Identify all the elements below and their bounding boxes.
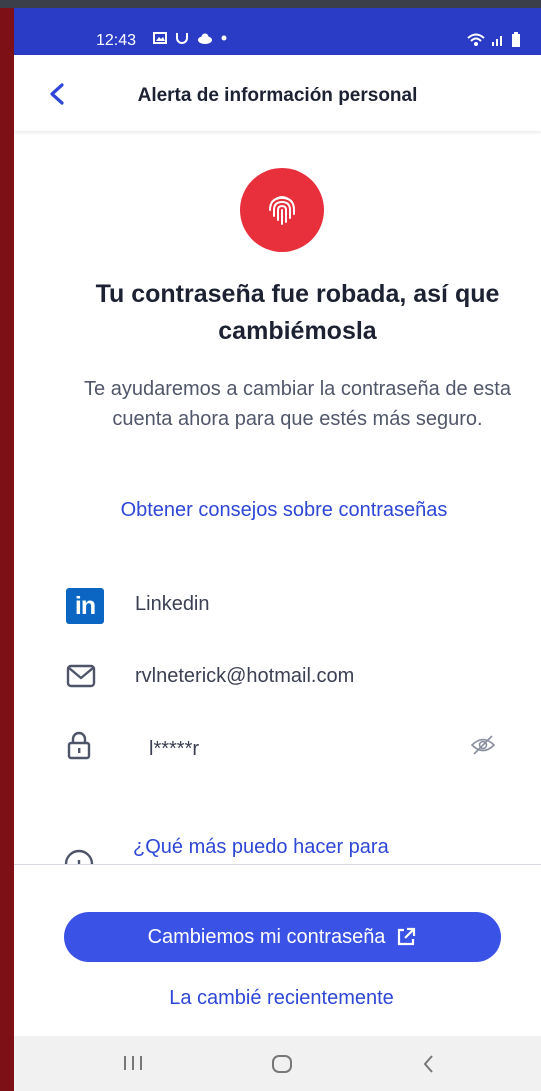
recents-icon[interactable] [122,1054,144,1072]
bottom-actions: Cambiemos mi contraseña La cambié recien… [14,864,541,1041]
background-left-edge [0,0,14,1091]
change-password-label: Cambiemos mi contraseña [147,925,386,948]
dot-icon [221,35,227,41]
battery-icon [512,32,520,47]
background-top-edge [0,0,541,8]
password-tips-link[interactable]: Obtener consejos sobre contraseñas [14,499,541,522]
more-help-link[interactable]: ¿Qué más puedo hacer para [133,836,389,859]
password-row: l*****r [14,728,541,768]
masked-password: l*****r [149,738,200,760]
lock-icon [67,731,91,760]
changed-recently-link[interactable]: La cambié recientemente [14,987,541,1010]
header-title: Alerta de información personal [137,85,418,106]
cloud-icon [198,33,212,44]
back-icon[interactable] [420,1054,438,1074]
home-icon[interactable] [270,1054,294,1074]
app-header: Alerta de información personal [14,55,541,131]
status-bar: 12:43 [14,8,541,55]
fingerprint-badge [240,168,324,252]
alert-description: Te ayudaremos a cambiar la contraseña de… [84,378,511,430]
status-system-icons [467,32,521,47]
gallery-icon [153,32,167,44]
status-time: 12:43 [96,32,137,49]
email-address: rvlneterick@hotmail.com [135,665,355,687]
status-notification-icons [153,32,227,44]
signal-icon [492,35,502,46]
linkedin-icon: in [66,588,104,624]
mail-icon [66,664,96,688]
phone-screen: 12:43 Alerta de información personal Tu … [14,8,541,1091]
service-row: in Linkedin [14,586,541,626]
alert-headline: Tu contraseña fue robada, así que cambié… [95,280,500,345]
eye-off-icon[interactable] [470,734,496,756]
email-row: rvlneterick@hotmail.com [14,658,541,698]
change-password-button[interactable]: Cambiemos mi contraseña [64,912,501,962]
external-link-icon [398,927,416,946]
system-nav-bar [14,1036,541,1091]
fingerprint-icon [269,196,295,225]
info-icon [64,849,94,864]
wifi-icon [467,33,485,46]
vpn-icon [176,33,188,44]
service-name: Linkedin [135,593,210,615]
